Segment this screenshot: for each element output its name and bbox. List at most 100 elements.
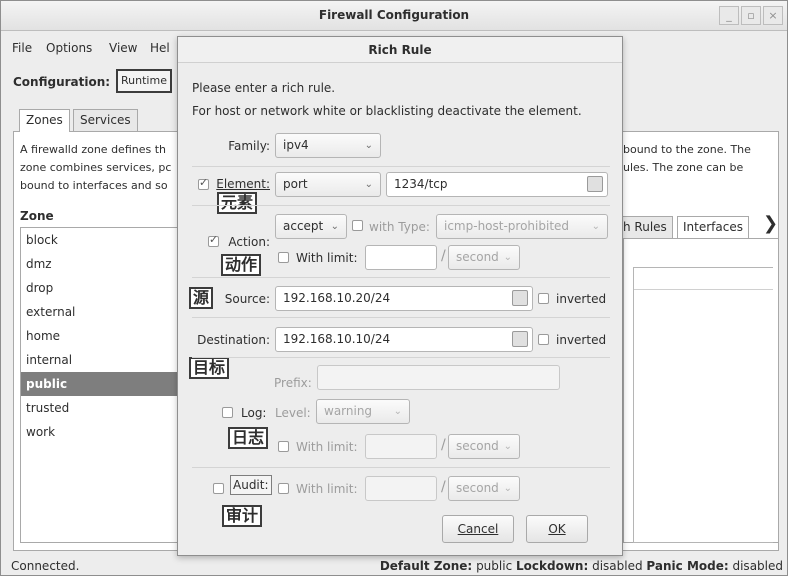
- tab-interfaces[interactable]: Interfaces: [677, 216, 749, 238]
- description-line: ules. The zone can be: [623, 161, 744, 174]
- action-limit-field[interactable]: [365, 245, 437, 270]
- zone-description-right: bound to the zone. The ules. The zone ca…: [623, 141, 751, 177]
- destination-field[interactable]: 192.168.10.10/24: [275, 327, 533, 352]
- address-picker-icon[interactable]: [512, 290, 528, 306]
- zone-item-trusted[interactable]: trusted: [21, 396, 179, 420]
- audit-limit-unit-select[interactable]: second ⌄: [448, 476, 520, 501]
- source-field[interactable]: 192.168.10.20/24: [275, 286, 533, 311]
- menu-help[interactable]: Hel: [150, 41, 170, 55]
- menu-options[interactable]: Options: [46, 41, 92, 55]
- window-title: Firewall Configuration: [318, 8, 470, 22]
- action-select[interactable]: accept ⌄: [275, 214, 347, 239]
- element-value: 1234/tcp: [394, 177, 448, 191]
- log-with-limit-checkbox[interactable]: [278, 441, 289, 452]
- prefix-label: Prefix:: [274, 376, 312, 390]
- audit-label: Audit:: [230, 475, 272, 495]
- chevron-down-icon: ⌄: [591, 221, 600, 232]
- audit-checkbox[interactable]: [213, 483, 224, 494]
- annotation-element: 元素: [217, 192, 258, 214]
- tab-rich-rules[interactable]: h Rules: [623, 216, 673, 238]
- prefix-field[interactable]: [317, 365, 560, 390]
- runtime-selector[interactable]: Runtime: [116, 69, 172, 93]
- log-limit-field[interactable]: [365, 434, 437, 459]
- zone-item-public[interactable]: public: [21, 372, 179, 396]
- zone-item-internal[interactable]: internal: [21, 348, 179, 372]
- action-checkbox[interactable]: [208, 233, 219, 247]
- log-checkbox[interactable]: [222, 407, 233, 418]
- zone-description: A firewalld zone defines th zone combine…: [20, 141, 180, 195]
- rich-rules-list[interactable]: [633, 267, 773, 543]
- limit-unit-value: second: [456, 250, 499, 264]
- tab-zones[interactable]: Zones: [19, 109, 70, 132]
- chevron-right-icon[interactable]: ❯: [763, 213, 778, 234]
- edit-icon[interactable]: [587, 176, 603, 192]
- action-limit-unit-select[interactable]: second ⌄: [448, 245, 520, 270]
- zone-item-drop[interactable]: drop: [21, 276, 179, 300]
- element-value-field[interactable]: 1234/tcp: [386, 172, 608, 197]
- default-zone-value: public: [476, 559, 513, 573]
- action-with-limit-checkbox[interactable]: [278, 252, 289, 263]
- log-level-value: warning: [324, 404, 373, 418]
- slash-separator: /: [441, 479, 446, 495]
- element-label: Element:: [216, 177, 270, 191]
- title-bar: Firewall Configuration _ ▫ ×: [1, 1, 787, 31]
- menu-view[interactable]: View: [109, 41, 137, 55]
- chevron-down-icon: ⌄: [503, 483, 512, 494]
- zone-list[interactable]: block dmz drop external home internal pu…: [20, 227, 180, 543]
- element-checkbox[interactable]: [198, 176, 209, 190]
- description-line: bound to the zone. The: [623, 143, 751, 156]
- connection-status: Connected.: [11, 559, 80, 573]
- panic-mode-value: disabled: [732, 559, 783, 573]
- ok-button[interactable]: OK: [526, 515, 588, 543]
- slash-separator: /: [441, 248, 446, 264]
- log-level-select[interactable]: warning ⌄: [316, 399, 410, 424]
- destination-inverted-checkbox[interactable]: [538, 334, 549, 345]
- separator: [192, 166, 610, 167]
- level-label: Level:: [275, 406, 311, 420]
- default-zone-label: Default Zone:: [379, 559, 473, 573]
- cancel-button[interactable]: Cancel: [442, 515, 514, 543]
- zone-item-work[interactable]: work: [21, 420, 179, 444]
- family-select[interactable]: ipv4 ⌄: [275, 133, 381, 158]
- limit-unit-value: second: [456, 439, 499, 453]
- panic-mode-label: Panic Mode:: [646, 559, 729, 573]
- lockdown-value: disabled: [592, 559, 643, 573]
- address-picker-icon[interactable]: [512, 331, 528, 347]
- with-type-checkbox[interactable]: [352, 220, 363, 231]
- slash-separator: /: [441, 437, 446, 453]
- configuration-label: Configuration:: [13, 75, 111, 89]
- tab-services[interactable]: Services: [73, 109, 138, 131]
- audit-with-limit-checkbox[interactable]: [278, 483, 289, 494]
- close-button[interactable]: ×: [763, 6, 783, 25]
- status-bar: Connected. Default Zone: public Lockdown…: [1, 557, 787, 576]
- family-label: Family:: [228, 139, 270, 153]
- menu-file[interactable]: File: [12, 41, 32, 55]
- description-line: A firewalld zone defines th: [20, 143, 166, 156]
- annotation-source: 源: [189, 287, 214, 309]
- zone-header: Zone: [20, 209, 54, 223]
- element-type-select[interactable]: port ⌄: [275, 172, 381, 197]
- rich-rule-dialog: Rich Rule Please enter a rich rule. For …: [177, 36, 623, 556]
- action-with-limit-label: With limit:: [296, 251, 358, 265]
- dialog-title: Rich Rule: [178, 37, 622, 63]
- zone-item-dmz[interactable]: dmz: [21, 252, 179, 276]
- maximize-button[interactable]: ▫: [741, 6, 761, 25]
- annotation-action: 动作: [221, 254, 262, 276]
- with-type-label: with Type:: [369, 220, 430, 234]
- zone-item-external[interactable]: external: [21, 300, 179, 324]
- source-value: 192.168.10.20/24: [283, 291, 391, 305]
- chevron-down-icon: ⌄: [364, 140, 373, 151]
- minimize-button[interactable]: _: [719, 6, 739, 25]
- log-limit-unit-select[interactable]: second ⌄: [448, 434, 520, 459]
- with-type-select[interactable]: icmp-host-prohibited ⌄: [436, 214, 608, 239]
- family-value: ipv4: [283, 138, 309, 152]
- zone-item-block[interactable]: block: [21, 228, 179, 252]
- log-with-limit-label: With limit:: [296, 440, 358, 454]
- list-header: [634, 268, 773, 290]
- status-summary: Default Zone: public Lockdown: disabled …: [380, 557, 783, 575]
- log-label: Log:: [241, 406, 267, 420]
- audit-limit-field[interactable]: [365, 476, 437, 501]
- chevron-down-icon: ⌄: [330, 221, 339, 232]
- zone-item-home[interactable]: home: [21, 324, 179, 348]
- source-inverted-checkbox[interactable]: [538, 293, 549, 304]
